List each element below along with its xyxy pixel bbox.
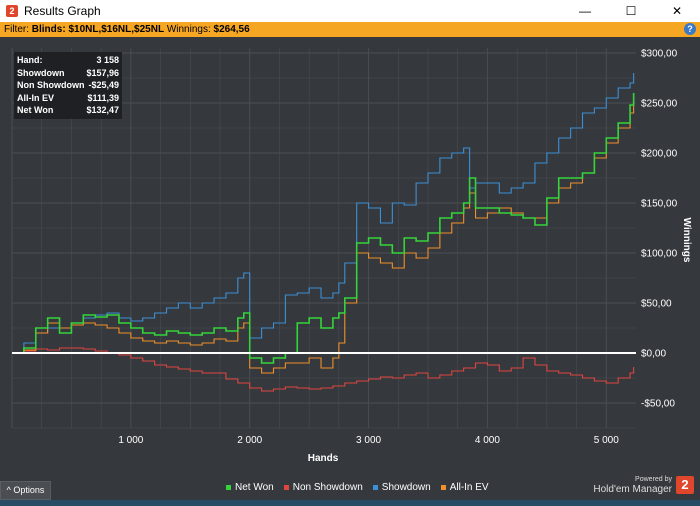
legend-swatch — [283, 485, 289, 490]
stats-value: -$25,49 — [88, 80, 119, 90]
y-axis-title: Winnings — [681, 218, 692, 263]
stats-value: $157,96 — [86, 67, 119, 78]
stats-row-net-won: Net Won $132,47 — [17, 104, 119, 117]
stats-value: $111,39 — [87, 92, 119, 103]
legend-swatch — [440, 485, 446, 490]
powered-by-text: Powered by — [635, 476, 672, 483]
x-tick-label: 1 000 — [118, 435, 143, 446]
x-tick-label: 3 000 — [356, 435, 381, 446]
y-tick-label: $150,00 — [641, 199, 678, 210]
legend-label: All-In EV — [449, 482, 489, 493]
legend-swatch — [226, 485, 231, 490]
y-tick-label: $200,00 — [641, 149, 678, 160]
legend-swatch — [372, 485, 378, 490]
y-tick-label: $300,00 — [641, 49, 678, 60]
stats-row-all-in-ev: All-In EV $111,39 — [17, 92, 119, 105]
chart-legend: Net Won Non Showdown Showdown All-In EV — [226, 482, 489, 493]
legend-item-all-in-ev[interactable]: All-In EV — [440, 482, 489, 493]
chevron-up-icon: ^ — [6, 485, 11, 495]
y-tick-label: $100,00 — [641, 249, 678, 260]
stats-row-hand: Hand: 3 158 — [17, 54, 119, 67]
series-line-all-in-ev — [12, 98, 635, 374]
y-tick-label: $250,00 — [641, 99, 678, 110]
legend-label: Non Showdown — [292, 482, 363, 493]
stats-row-showdown: Showdown $157,96 — [17, 67, 119, 80]
stats-label: Non Showdown — [17, 80, 85, 90]
y-tick-label: $0,00 — [641, 349, 666, 360]
x-axis-ticks: 1 000 2 000 3 000 4 000 5 000 — [118, 435, 619, 446]
stats-label: Showdown — [17, 67, 65, 78]
legend-item-non-showdown[interactable]: Non Showdown — [283, 482, 363, 493]
stats-label: All-In EV — [17, 92, 55, 103]
x-tick-label: 4 000 — [475, 435, 500, 446]
options-label: Options — [13, 485, 45, 495]
legend-label: Net Won — [235, 482, 274, 493]
series-line-non-showdown — [12, 347, 635, 392]
y-axis-ticks: $300,00 $250,00 $200,00 $150,00 $100,00 $50,0… — [641, 49, 678, 410]
chart-series — [12, 73, 636, 392]
stats-value: 3 158 — [96, 55, 119, 65]
legend-item-net-won[interactable]: Net Won — [226, 482, 274, 493]
powered-by: Powered by Hold'em Manager — [593, 475, 672, 496]
hm-logo-icon: 2 — [676, 476, 694, 494]
legend-label: Showdown — [381, 482, 431, 493]
desktop-background-strip — [0, 500, 700, 506]
legend-item-showdown[interactable]: Showdown — [372, 482, 431, 493]
options-button[interactable]: ^ Options — [0, 481, 51, 500]
x-tick-label: 5 000 — [594, 435, 619, 446]
stats-label: Net Won — [17, 105, 54, 115]
y-tick-label: $50,00 — [641, 299, 672, 310]
brand-name: Hold'em Manager — [593, 484, 672, 495]
stats-value: $132,47 — [86, 105, 119, 115]
x-tick-label: 2 000 — [237, 435, 262, 446]
stats-label: Hand: — [17, 55, 43, 65]
y-tick-label: -$50,00 — [641, 399, 675, 410]
x-axis-title: Hands — [308, 453, 339, 464]
stats-row-non-showdown: Non Showdown -$25,49 — [17, 79, 119, 92]
stats-panel: Hand: 3 158 Showdown $157,96 Non Showdow… — [14, 52, 122, 119]
